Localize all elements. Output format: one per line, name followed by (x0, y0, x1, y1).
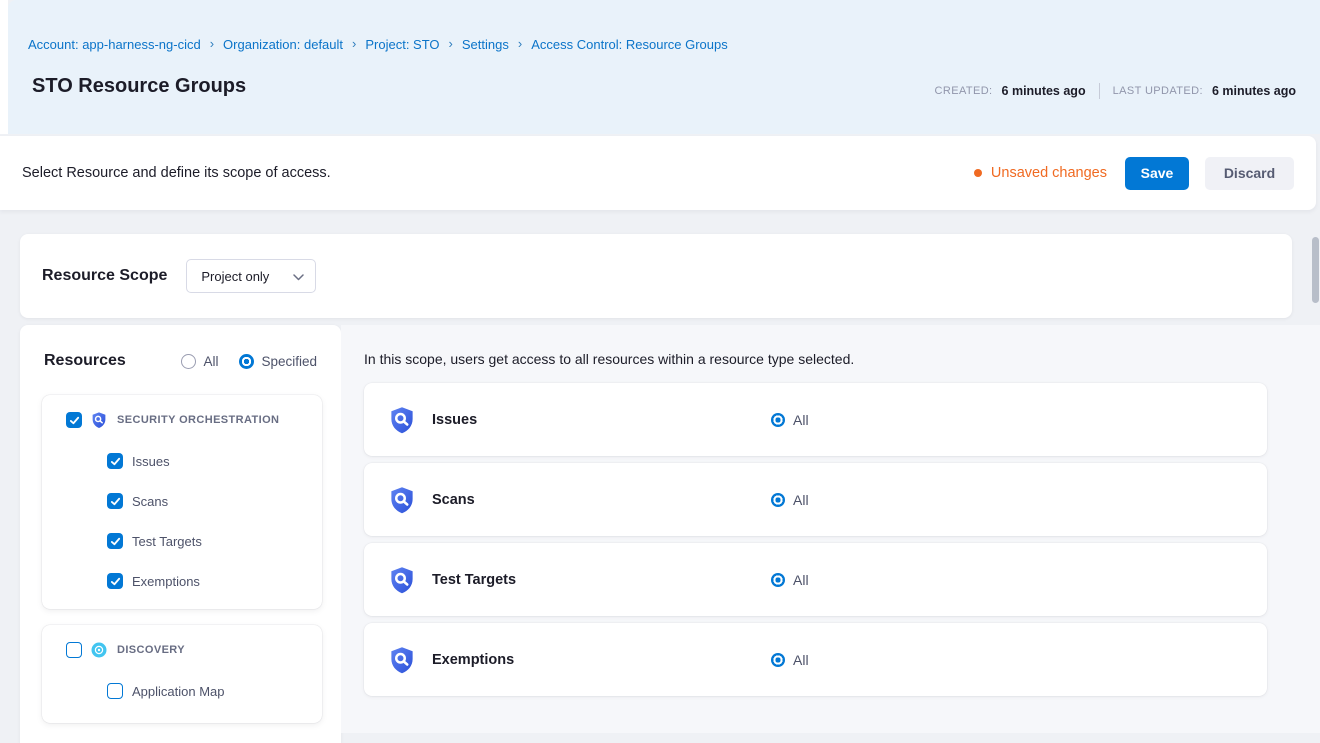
checkbox-checked[interactable] (107, 453, 123, 469)
chevron-down-icon (293, 274, 304, 281)
checkmark-icon (110, 496, 121, 507)
checkbox-checked[interactable] (107, 533, 123, 549)
meta-divider (1099, 83, 1100, 99)
group-label: SECURITY ORCHESTRATION (117, 414, 279, 426)
radio-specified-label: Specified (261, 354, 317, 369)
resource-item-label: Scans (132, 494, 168, 509)
unsaved-changes-label: Unsaved changes (991, 165, 1107, 181)
radio-selected-icon (771, 413, 785, 427)
chevron-right-icon: › (352, 37, 356, 50)
resource-card-title: Issues (432, 412, 771, 428)
resource-card-scans: Scans All (364, 463, 1267, 536)
radio-selected-icon (239, 354, 254, 369)
radio-selected-icon (771, 493, 785, 507)
discard-button[interactable]: Discard (1205, 157, 1294, 190)
resource-card-test-targets: Test Targets All (364, 543, 1267, 616)
toolbar-description: Select Resource and define its scope of … (22, 165, 331, 181)
radio-all-label: All (203, 354, 218, 369)
access-radio-all[interactable]: All (771, 412, 809, 428)
header-meta: CREATED: 6 minutes ago LAST UPDATED: 6 m… (935, 83, 1296, 99)
last-updated-value: 6 minutes ago (1212, 84, 1296, 98)
resource-item-label: Exemptions (132, 574, 200, 589)
nav-edge-strip (0, 0, 8, 134)
resource-item-label: Test Targets (132, 534, 202, 549)
radio-specified[interactable]: Specified (239, 354, 317, 369)
access-label: All (793, 492, 809, 508)
checkmark-icon (69, 415, 80, 426)
chevron-right-icon: › (210, 37, 214, 50)
access-label: All (793, 572, 809, 588)
save-button[interactable]: Save (1125, 157, 1189, 190)
chevron-right-icon: › (518, 37, 522, 50)
resource-scope-label: Resource Scope (42, 267, 167, 285)
checkbox-unchecked[interactable] (66, 642, 82, 658)
unsaved-dot-icon (974, 169, 982, 177)
resource-scope-select[interactable]: Project only (186, 259, 316, 293)
discovery-icon (90, 641, 108, 659)
resource-group-security-orchestration: SECURITY ORCHESTRATION Issues Scans Test… (42, 395, 322, 609)
created-label: CREATED: (935, 85, 993, 97)
access-label: All (793, 652, 809, 668)
created-value: 6 minutes ago (1002, 84, 1086, 98)
breadcrumb-link-account[interactable]: Account: app-harness-ng-cicd (28, 37, 201, 52)
resource-item-application-map[interactable]: Application Map (107, 671, 322, 711)
resource-card-exemptions: Exemptions All (364, 623, 1267, 696)
checkbox-checked[interactable] (66, 412, 82, 428)
sto-shield-icon (387, 485, 417, 515)
breadcrumb-link-settings[interactable]: Settings (462, 37, 509, 52)
resource-scope-card: Resource Scope Project only (20, 234, 1292, 318)
resource-item-test-targets[interactable]: Test Targets (107, 521, 322, 561)
checkmark-icon (110, 576, 121, 587)
sto-shield-icon (387, 565, 417, 595)
radio-selected-icon (771, 573, 785, 587)
group-row[interactable]: SECURITY ORCHESTRATION (42, 395, 322, 441)
sto-shield-icon (387, 645, 417, 675)
breadcrumb: Account: app-harness-ng-cicd › Organizat… (28, 37, 728, 52)
radio-unselected-icon (181, 354, 196, 369)
access-label: All (793, 412, 809, 428)
resources-panel: Resources All Specified SECURITY ORCHEST… (20, 325, 341, 743)
action-toolbar: Select Resource and define its scope of … (0, 136, 1316, 210)
breadcrumb-link-project[interactable]: Project: STO (365, 37, 439, 52)
resource-item-issues[interactable]: Issues (107, 441, 322, 481)
group-label: DISCOVERY (117, 644, 185, 656)
access-radio-all[interactable]: All (771, 492, 809, 508)
scope-detail-area: In this scope, users get access to all r… (341, 325, 1320, 733)
access-radio-all[interactable]: All (771, 652, 809, 668)
checkbox-checked[interactable] (107, 573, 123, 589)
radio-all[interactable]: All (181, 354, 218, 369)
checkbox-checked[interactable] (107, 493, 123, 509)
resource-item-label: Application Map (132, 684, 225, 699)
resource-card-issues: Issues All (364, 383, 1267, 456)
resource-group-discovery: DISCOVERY Application Map (42, 625, 322, 723)
resource-item-label: Issues (132, 454, 170, 469)
page-title: STO Resource Groups (32, 75, 246, 98)
checkmark-icon (110, 456, 121, 467)
sto-shield-icon (387, 405, 417, 435)
radio-selected-icon (771, 653, 785, 667)
last-updated-label: LAST UPDATED: (1113, 85, 1203, 97)
chevron-right-icon: › (449, 37, 453, 50)
vertical-scrollbar-thumb[interactable] (1312, 237, 1319, 303)
resource-card-title: Test Targets (432, 572, 771, 588)
checkbox-unchecked[interactable] (107, 683, 123, 699)
resources-panel-title: Resources (44, 352, 126, 370)
group-row[interactable]: DISCOVERY (42, 625, 322, 671)
access-radio-all[interactable]: All (771, 572, 809, 588)
scope-description: In this scope, users get access to all r… (364, 351, 1320, 367)
page-header: Account: app-harness-ng-cicd › Organizat… (8, 0, 1320, 134)
checkmark-icon (110, 536, 121, 547)
resources-mode-radio-group: All Specified (181, 354, 317, 369)
resource-card-title: Exemptions (432, 652, 771, 668)
resource-scope-selected-value: Project only (201, 269, 269, 284)
sto-shield-icon (90, 411, 108, 429)
breadcrumb-link-resource-groups[interactable]: Access Control: Resource Groups (531, 37, 728, 52)
breadcrumb-link-organization[interactable]: Organization: default (223, 37, 343, 52)
resource-item-exemptions[interactable]: Exemptions (107, 561, 322, 601)
resource-item-scans[interactable]: Scans (107, 481, 322, 521)
resource-card-title: Scans (432, 492, 771, 508)
